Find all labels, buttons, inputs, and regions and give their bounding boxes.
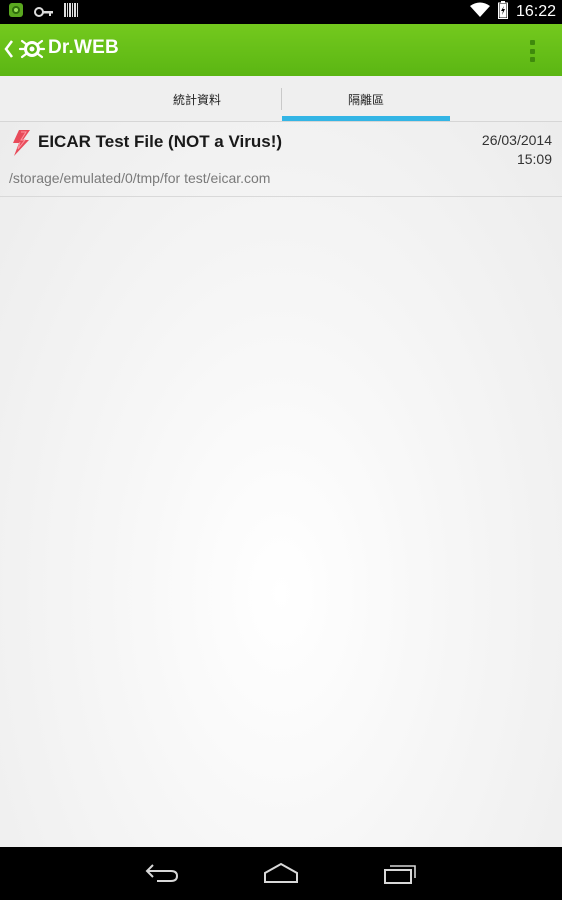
status-bar: 16:22 xyxy=(0,0,562,24)
wifi-icon xyxy=(469,2,490,22)
tab-statistics[interactable]: 統計資料 xyxy=(112,76,282,122)
overflow-dot-icon xyxy=(529,40,535,45)
item-threat-name: EICAR Test File (NOT a Virus!) xyxy=(38,132,283,151)
home-icon[interactable] xyxy=(263,862,299,888)
overflow-menu-button[interactable] xyxy=(522,38,542,64)
tab-label: 隔離區 xyxy=(347,92,384,107)
back-icon[interactable] xyxy=(145,862,179,888)
overflow-dot-icon xyxy=(529,57,535,62)
item-date: 26/03/2014 xyxy=(481,132,552,148)
list-item[interactable]: EICAR Test File (NOT a Virus!) 26/03/201… xyxy=(0,122,562,197)
barcode-icon xyxy=(64,2,78,22)
drweb-spider-logo-icon[interactable] xyxy=(18,35,46,67)
tab-selected-indicator xyxy=(282,116,450,121)
item-time: 15:09 xyxy=(516,151,552,167)
overflow-dot-icon xyxy=(529,48,535,54)
item-file-path: /storage/emulated/0/tmp/for test/eicar.c… xyxy=(9,170,271,186)
recents-icon[interactable] xyxy=(383,862,419,888)
key-icon xyxy=(34,3,54,22)
status-notifications xyxy=(8,3,78,21)
tab-label: 統計資料 xyxy=(172,92,221,107)
battery-icon xyxy=(497,1,508,23)
lightning-threat-icon xyxy=(10,130,32,160)
app-title: Dr.WEB xyxy=(48,37,119,58)
chevron-left-icon[interactable] xyxy=(4,39,14,63)
app-notification-icon xyxy=(8,2,24,22)
status-system: 16:22 xyxy=(469,1,556,23)
tab-bar: 統計資料 隔離區 xyxy=(0,76,562,122)
quarantine-list: EICAR Test File (NOT a Virus!) 26/03/201… xyxy=(0,122,562,847)
navigation-bar xyxy=(0,847,562,900)
action-bar: Dr.WEB xyxy=(0,24,562,76)
status-clock: 16:22 xyxy=(515,3,556,20)
